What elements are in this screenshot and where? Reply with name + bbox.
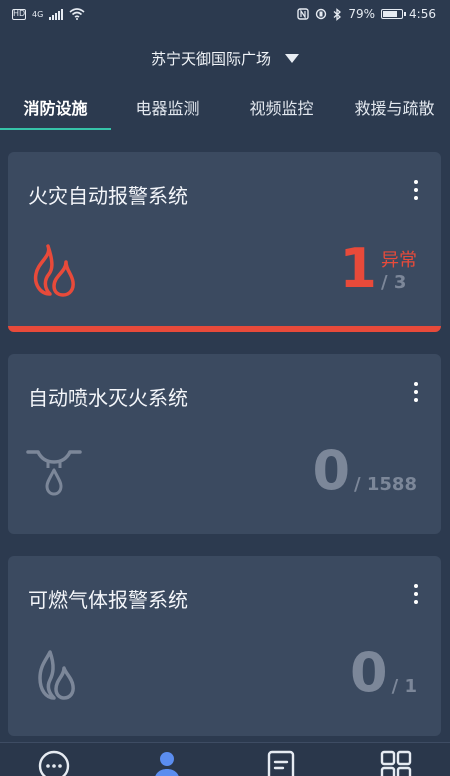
gas-flame-icon [38,650,75,700]
abnormal-label: 异常 [381,250,417,271]
card-title: 可燃气体报警系统 [28,588,188,612]
bluetooth-icon [333,7,342,21]
more-menu-icon[interactable] [413,584,419,604]
status-left: HD 4G [12,8,85,20]
wifi-icon [69,8,85,20]
more-menu-icon[interactable] [413,382,419,402]
grid-icon[interactable] [379,749,413,776]
document-icon[interactable] [264,749,298,776]
status-counter: 0 / 1 [350,646,417,700]
card-title: 火灾自动报警系统 [28,184,188,208]
sprinkler-icon [26,450,82,496]
system-card-fire-alarm[interactable]: 火灾自动报警系统 1 异常 / 3 [8,152,441,332]
clock: 4:56 [409,7,436,21]
abnormal-count: 1 [339,237,377,300]
battery-icon [381,9,407,19]
abnormal-count: 0 [350,641,388,704]
status-bar: HD 4G 79% 4:56 [0,0,450,28]
location-selector[interactable]: 苏宁天御国际广场 [0,44,450,72]
total-count: / 1 [391,676,417,697]
total-count: / 1588 [354,474,417,495]
more-menu-icon[interactable] [413,180,419,200]
signal-icon [49,8,64,20]
system-card-gas-alarm[interactable]: 可燃气体报警系统 0 / 1 [8,556,441,736]
total-count: / 3 [381,272,407,293]
abnormal-count: 0 [312,439,351,502]
bottom-nav [0,742,450,776]
hd-indicator: HD [12,8,26,20]
category-tabs: 消防设施 电器监测 视频监控 救援与疏散 [0,92,450,130]
vibrate-icon [316,8,327,20]
network-label: 4G [32,9,44,19]
alarm-indicator-bar [8,326,441,332]
status-counter: 0 / 1588 [312,444,417,498]
card-title: 自动喷水灭火系统 [28,386,188,410]
location-name: 苏宁天御国际广场 [150,49,271,68]
tab-fire-facilities[interactable]: 消防设施 [0,92,111,130]
chat-icon[interactable] [37,749,71,776]
system-card-sprinkler[interactable]: 自动喷水灭火系统 0 / 1588 [8,354,441,534]
status-right: 79% 4:56 [297,7,436,21]
battery-percent: 79% [348,7,376,21]
flame-icon [33,244,75,297]
nfc-icon [297,8,310,20]
tab-rescue-evacuation[interactable]: 救援与疏散 [339,92,450,130]
tab-electrical-monitoring[interactable]: 电器监测 [111,92,224,130]
tab-video-surveillance[interactable]: 视频监控 [224,92,339,130]
user-icon[interactable] [150,749,184,776]
status-counter: 1 异常 / 3 [339,242,417,296]
chevron-down-icon [285,53,299,63]
